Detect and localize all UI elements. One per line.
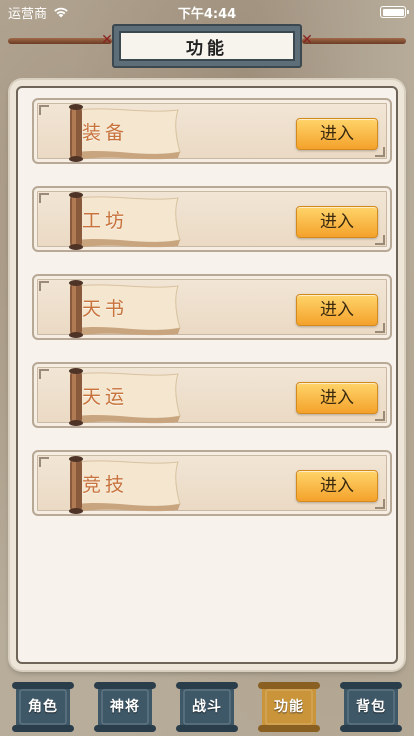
feature-row-4: 天运 进入: [32, 362, 392, 428]
corner-ornament: [39, 105, 49, 115]
nav-tab-label: 背包: [356, 699, 386, 715]
page-title: 功能: [119, 31, 295, 61]
status-bar: 运营商 下午4:44: [0, 0, 414, 24]
feature-name: 工坊: [82, 210, 129, 232]
nav-tab-2[interactable]: 神将: [94, 680, 156, 734]
corner-ornament: [39, 457, 49, 467]
enter-button-5[interactable]: 进入: [296, 470, 378, 502]
nav-tab-label: 角色: [28, 699, 58, 715]
feature-row-1: 装备 进入: [32, 98, 392, 164]
feature-row-5: 竞技 进入: [32, 450, 392, 516]
corner-ornament: [39, 369, 49, 379]
nav-tab-1[interactable]: 角色: [12, 680, 74, 734]
nav-tab-5[interactable]: 背包: [340, 680, 402, 734]
bottom-nav: 角色 神将 战斗 功能 背包: [0, 678, 414, 736]
title-plaque: 功能: [112, 24, 302, 68]
feature-name: 竞技: [82, 474, 129, 496]
main-panel: 装备 进入 工坊 进入 天书 进入 天运 进入 竞技 进入: [10, 80, 404, 670]
enter-button-4[interactable]: 进入: [296, 382, 378, 414]
battery-icon: [380, 6, 409, 18]
feature-name: 天运: [82, 386, 129, 408]
nav-tab-4[interactable]: 功能: [258, 680, 320, 734]
feature-name: 装备: [82, 122, 129, 144]
enter-button-2[interactable]: 进入: [296, 206, 378, 238]
feature-name: 天书: [82, 298, 129, 320]
corner-ornament: [39, 193, 49, 203]
status-left: 运营商: [8, 3, 69, 22]
enter-button-3[interactable]: 进入: [296, 294, 378, 326]
nav-tab-label: 神将: [110, 699, 140, 715]
carrier-name: 运营商: [8, 6, 48, 22]
feature-list: 装备 进入 工坊 进入 天书 进入 天运 进入 竞技 进入: [16, 86, 398, 664]
nav-tab-label: 功能: [274, 699, 304, 715]
feature-row-2: 工坊 进入: [32, 186, 392, 252]
title-rope-left: [8, 38, 112, 44]
rope-knot-icon: ✕: [301, 32, 313, 48]
status-time: 下午4:44: [177, 6, 237, 22]
enter-button-1[interactable]: 进入: [296, 118, 378, 150]
nav-tab-label: 战斗: [192, 699, 222, 715]
nav-tab-3[interactable]: 战斗: [176, 680, 238, 734]
corner-ornament: [39, 281, 49, 291]
feature-row-3: 天书 进入: [32, 274, 392, 340]
wifi-icon: [54, 7, 68, 18]
title-rope-right: [302, 38, 406, 44]
